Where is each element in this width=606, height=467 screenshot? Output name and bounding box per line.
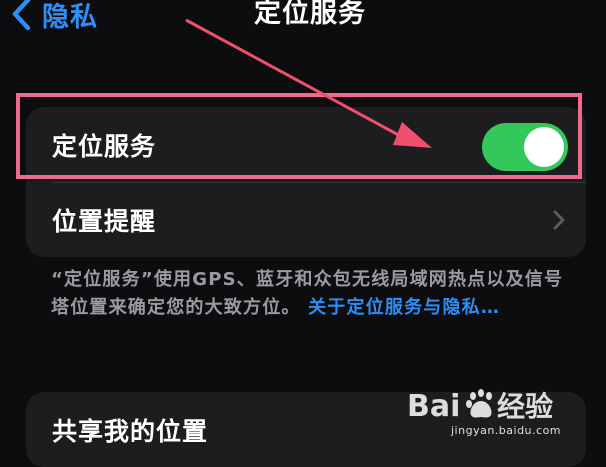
page-title: 定位服务: [254, 0, 366, 29]
share-location-group: 共享我的位置: [26, 392, 586, 467]
chevron-right-icon: [553, 210, 565, 230]
location-settings-group: 定位服务 位置提醒: [26, 107, 586, 257]
share-my-location-row[interactable]: 共享我的位置: [26, 392, 586, 467]
privacy-info-link[interactable]: 关于定位服务与隐私…: [308, 297, 500, 318]
toggle-knob: [524, 127, 564, 167]
location-services-label: 定位服务: [52, 131, 157, 161]
share-my-location-label: 共享我的位置: [52, 416, 209, 446]
location-alerts-row[interactable]: 位置提醒: [26, 182, 586, 257]
location-services-row[interactable]: 定位服务: [26, 107, 586, 182]
location-alerts-label: 位置提醒: [52, 206, 157, 236]
location-services-description: “定位服务”使用GPS、蓝牙和众包无线局域网热点以及信号塔位置来确定您的大致方位…: [51, 266, 571, 322]
location-services-toggle[interactable]: [482, 123, 568, 171]
